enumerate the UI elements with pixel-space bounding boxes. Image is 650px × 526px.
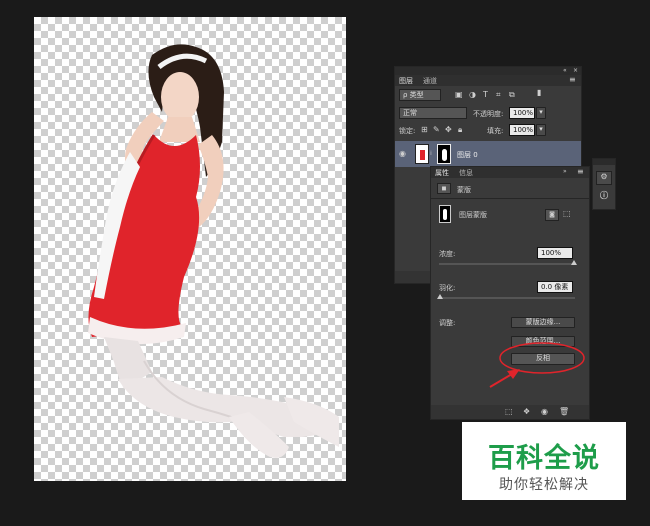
add-pixel-mask-button[interactable]: ◙ bbox=[545, 209, 559, 221]
delete-mask-icon[interactable]: 🗑︎ bbox=[559, 407, 569, 417]
lock-label: 锁定: bbox=[399, 127, 416, 135]
feather-label: 羽化: bbox=[439, 284, 456, 292]
section-title: 蒙版 bbox=[457, 186, 471, 194]
visibility-eye-icon[interactable]: ◉ bbox=[399, 149, 406, 159]
lock-all-icon[interactable]: 🔒︎ bbox=[458, 125, 462, 135]
properties-tab-bar: 属性 信息 » ≡ bbox=[431, 167, 589, 178]
expand-icon[interactable]: » bbox=[563, 167, 567, 177]
mask-preview-thumbnail bbox=[439, 205, 451, 223]
watermark-subtitle: 助你轻松解决 bbox=[499, 477, 589, 493]
layer-thumbnail[interactable] bbox=[415, 144, 429, 164]
collapsed-panel-dock: ⚙ ⓘ bbox=[592, 158, 616, 210]
panel-header-bar: « × bbox=[395, 67, 581, 75]
filter-smart-icon[interactable]: ⧉ bbox=[509, 90, 515, 100]
opacity-dropdown-button[interactable]: ▾ bbox=[536, 107, 546, 119]
document-canvas[interactable] bbox=[34, 17, 346, 481]
density-input[interactable]: 100% bbox=[537, 247, 573, 259]
layer-name[interactable]: 图层 0 bbox=[457, 150, 478, 160]
link-chain-icon: ⁞ bbox=[430, 150, 432, 157]
tab-properties[interactable]: 属性 bbox=[435, 168, 449, 178]
feather-input[interactable]: 0.0 像素 bbox=[537, 281, 573, 293]
add-vector-mask-icon[interactable]: ⬚ bbox=[563, 209, 571, 219]
tab-channels[interactable]: 通道 bbox=[423, 76, 437, 86]
load-selection-icon[interactable]: ⬚ bbox=[505, 407, 513, 417]
panel-menu-icon[interactable]: ≡ bbox=[569, 75, 576, 85]
tab-layers[interactable]: 图层 bbox=[399, 76, 413, 86]
blend-mode-select[interactable]: 正常 bbox=[399, 107, 467, 119]
fill-dropdown-button[interactable]: ▾ bbox=[536, 124, 546, 136]
properties-panel: 属性 信息 » ≡ ◼ 蒙版 图层蒙版 ◙ ⬚ 浓度: 100% 羽化: 0.0… bbox=[430, 166, 590, 420]
layer-row[interactable]: ◉ ⁞ 图层 0 bbox=[395, 141, 581, 167]
layers-tab-bar: 图层 通道 ≡ bbox=[395, 75, 581, 86]
lock-brush-icon[interactable]: ✎ bbox=[433, 125, 440, 135]
watermark-title: 百科全说 bbox=[488, 443, 600, 474]
density-slider-handle[interactable] bbox=[571, 260, 577, 265]
density-slider-track[interactable] bbox=[439, 263, 575, 265]
opacity-label: 不透明度: bbox=[473, 110, 504, 118]
color-range-button[interactable]: 颜色范围... bbox=[511, 336, 575, 347]
apply-mask-icon[interactable]: ❖ bbox=[523, 407, 530, 417]
panel-menu-icon[interactable]: ≡ bbox=[577, 167, 584, 177]
mask-type-label: 图层蒙版 bbox=[459, 211, 487, 219]
filter-type-icon[interactable]: T bbox=[483, 90, 488, 100]
tab-info[interactable]: 信息 bbox=[459, 168, 473, 178]
adjust-label: 调整: bbox=[439, 319, 456, 327]
lock-transparent-icon[interactable]: ⊞ bbox=[421, 125, 428, 135]
opacity-input[interactable]: 100% bbox=[509, 107, 535, 119]
density-label: 浓度: bbox=[439, 250, 456, 258]
filter-toggle-icon[interactable]: ▮ bbox=[537, 88, 541, 98]
pixel-mask-icon[interactable]: ◼ bbox=[437, 183, 451, 194]
layer-mask-thumbnail[interactable] bbox=[437, 144, 451, 164]
feather-slider-handle[interactable] bbox=[437, 294, 443, 299]
cutout-figure-image bbox=[88, 44, 339, 458]
filter-shape-icon[interactable]: ⌗ bbox=[496, 90, 501, 100]
filter-kind-select[interactable]: ρ 类型 bbox=[399, 89, 441, 101]
feather-slider-track[interactable] bbox=[439, 297, 575, 299]
fill-label: 填充: bbox=[487, 127, 504, 135]
properties-footer: ⬚ ❖ ◉ 🗑︎ bbox=[431, 405, 589, 419]
lock-move-icon[interactable]: ✥ bbox=[445, 125, 452, 135]
filter-pixel-icon[interactable]: ▣ bbox=[455, 90, 463, 100]
fill-input[interactable]: 100% bbox=[509, 124, 535, 136]
toggle-mask-icon[interactable]: ◉ bbox=[541, 407, 548, 417]
info-dock-icon[interactable]: ⓘ bbox=[596, 191, 612, 205]
mask-edge-button[interactable]: 蒙版边缘... bbox=[511, 317, 575, 328]
watermark-logo: 百科全说 助你轻松解决 bbox=[462, 422, 626, 500]
properties-dock-icon[interactable]: ⚙ bbox=[596, 171, 612, 185]
filter-adjust-icon[interactable]: ◑ bbox=[469, 90, 476, 100]
invert-button[interactable]: 反相 bbox=[511, 353, 575, 365]
